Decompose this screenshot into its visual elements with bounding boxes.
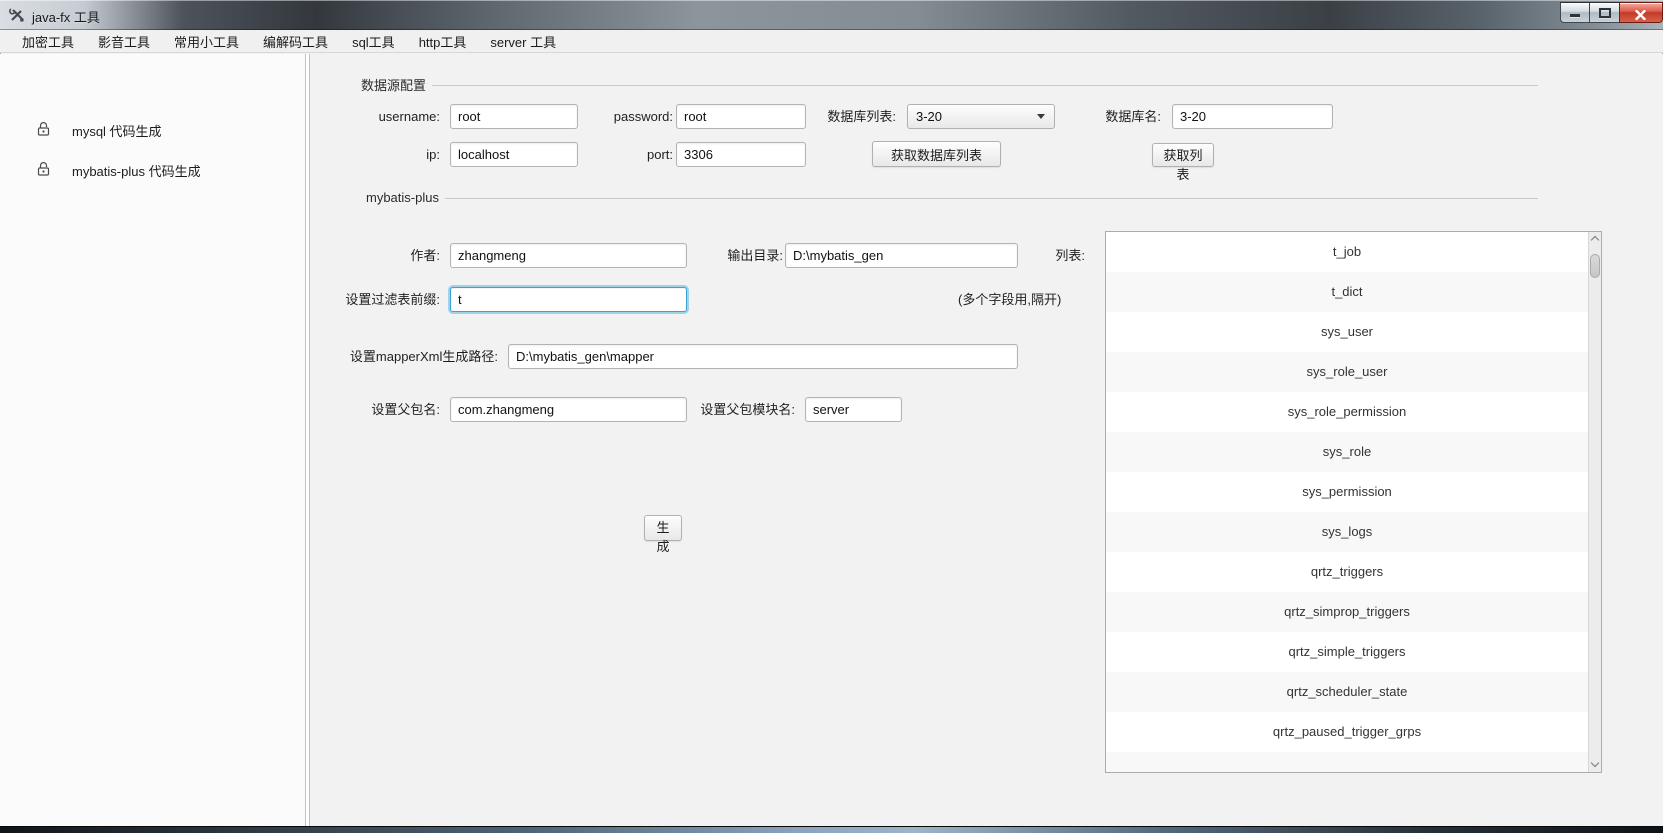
sidebar-item-1[interactable]: mysql 代码生成	[0, 116, 305, 144]
sidebar-item-label: mysql 代码生成	[72, 121, 162, 140]
output-dir-input[interactable]	[785, 243, 1018, 268]
sidebar: mysql 代码生成 mybatis-plus 代码生成	[0, 54, 305, 827]
db-name-input[interactable]	[1172, 104, 1333, 129]
table-row[interactable]: sys_permission	[1106, 472, 1588, 512]
list-filler-row	[1106, 752, 1588, 773]
output-dir-label: 输出目录:	[700, 243, 783, 268]
fetch-tables-button[interactable]: 获取列表	[1152, 143, 1214, 167]
app-icon	[9, 7, 25, 23]
password-label: password:	[575, 104, 673, 129]
password-input[interactable]	[676, 104, 806, 129]
menu-bar: 加密工具影音工具常用小工具编解码工具sql工具http工具server 工具	[0, 30, 1663, 53]
table-row[interactable]: qrtz_simprop_triggers	[1106, 592, 1588, 632]
datasource-group-header: 数据源配置	[361, 75, 1538, 94]
scroll-up-icon[interactable]	[1592, 236, 1599, 243]
ip-input[interactable]	[450, 142, 578, 167]
fetch-databases-button[interactable]: 获取数据库列表	[872, 141, 1001, 167]
lock-icon	[36, 161, 51, 177]
table-row[interactable]: qrtz_simple_triggers	[1106, 632, 1588, 672]
username-input[interactable]	[450, 104, 578, 129]
module-name-input[interactable]	[805, 397, 902, 422]
mapper-path-input[interactable]	[508, 344, 1018, 369]
menu-item-3[interactable]: 常用小工具	[162, 29, 251, 54]
menu-item-1[interactable]: 加密工具	[10, 29, 86, 54]
datasource-group-line	[432, 85, 1538, 86]
sidebar-item-label: mybatis-plus 代码生成	[72, 161, 201, 180]
author-label: 作者:	[340, 243, 440, 268]
window-title: java-fx 工具	[32, 7, 100, 26]
author-input[interactable]	[450, 243, 687, 268]
menu-item-4[interactable]: 编解码工具	[251, 29, 340, 54]
table-row[interactable]: sys_role_user	[1106, 352, 1588, 392]
maximize-icon	[1599, 8, 1611, 18]
username-label: username:	[340, 104, 440, 129]
close-button[interactable]	[1619, 2, 1663, 23]
table-row[interactable]: qrtz_triggers	[1106, 552, 1588, 592]
prefix-input[interactable]	[450, 287, 687, 312]
table-row[interactable]: sys_role_permission	[1106, 392, 1588, 432]
table-list-label: 列表:	[1030, 243, 1085, 268]
table-row[interactable]: sys_user	[1106, 312, 1588, 352]
table-list-scrollbar[interactable]	[1588, 232, 1601, 772]
table-row[interactable]: qrtz_paused_trigger_grps	[1106, 712, 1588, 752]
window-bottom-border	[0, 826, 1663, 833]
table-row[interactable]: t_job	[1106, 232, 1588, 272]
minimize-icon	[1570, 14, 1580, 17]
minimize-button[interactable]	[1560, 2, 1591, 23]
module-name-label: 设置父包模块名:	[700, 397, 795, 422]
close-icon	[1635, 7, 1646, 25]
datasource-group-title: 数据源配置	[361, 75, 426, 94]
table-row[interactable]: t_dict	[1106, 272, 1588, 312]
menu-item-2[interactable]: 影音工具	[86, 29, 162, 54]
table-row[interactable]: sys_logs	[1106, 512, 1588, 552]
table-list-rows: t_jobt_dictsys_usersys_role_usersys_role…	[1106, 232, 1588, 772]
scroll-down-icon[interactable]	[1592, 761, 1599, 768]
ip-label: ip:	[340, 142, 440, 167]
port-input[interactable]	[676, 142, 806, 167]
prefix-hint: (多个字段用,隔开)	[958, 287, 1061, 312]
mybatis-group-line	[445, 198, 1538, 199]
table-row[interactable]: sys_role	[1106, 432, 1588, 472]
menu-item-5[interactable]: sql工具	[340, 29, 407, 54]
mybatis-group-header: mybatis-plus	[366, 190, 1538, 205]
sidebar-item-2[interactable]: mybatis-plus 代码生成	[0, 156, 305, 184]
db-list-combobox-value: 3-20	[908, 109, 1037, 124]
title-bar[interactable]: java-fx 工具	[0, 0, 1663, 30]
table-row[interactable]: qrtz_scheduler_state	[1106, 672, 1588, 712]
port-label: port:	[575, 142, 673, 167]
menu-item-6[interactable]: http工具	[407, 29, 479, 54]
prefix-label: 设置过滤表前缀:	[330, 287, 440, 312]
parent-package-input[interactable]	[450, 397, 687, 422]
mybatis-group-title: mybatis-plus	[366, 190, 439, 205]
db-list-label: 数据库列表:	[810, 104, 896, 129]
mapper-path-label: 设置mapperXml生成路径:	[330, 344, 498, 369]
db-name-label: 数据库名:	[1075, 104, 1161, 129]
chevron-up-glyph	[1591, 236, 1599, 244]
chevron-down-icon	[1037, 114, 1045, 119]
table-list: t_jobt_dictsys_usersys_role_usersys_role…	[1105, 231, 1602, 773]
chevron-down-glyph	[1591, 759, 1599, 767]
parent-package-label: 设置父包名:	[340, 397, 440, 422]
lock-icon	[36, 121, 51, 137]
menu-item-7[interactable]: server 工具	[478, 29, 568, 54]
generate-button[interactable]: 生成	[644, 515, 682, 541]
app-window: java-fx 工具 加密工具影音工具常用小工具编解码工具sql工具http工具…	[0, 0, 1663, 833]
maximize-button[interactable]	[1589, 2, 1621, 23]
db-list-combobox[interactable]: 3-20	[907, 104, 1055, 129]
scrollbar-thumb[interactable]	[1590, 254, 1600, 278]
